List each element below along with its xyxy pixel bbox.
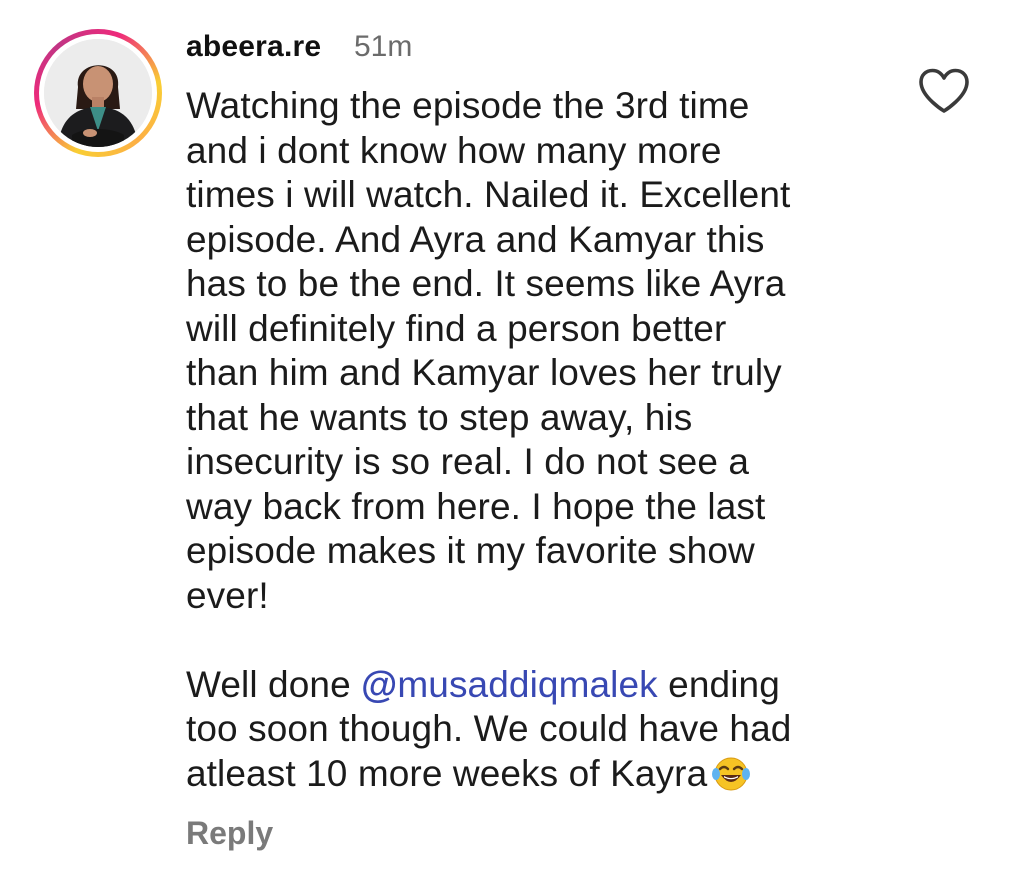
comment-line: and i dont know how many more — [186, 129, 722, 171]
timestamp: 51m — [354, 30, 413, 63]
comment-line: Well done @musaddiqmalek ending — [186, 663, 876, 708]
threads-at-icon: @ — [361, 663, 398, 705]
comment-line: has to be the end. It seems like Ayra — [186, 263, 786, 304]
comment-line: than him and Kamyar loves her truly — [186, 352, 782, 393]
mention-link[interactable]: @musaddiqmalek — [361, 664, 658, 705]
comment-line: that he wants to step away, his — [186, 396, 693, 438]
comment-line: ever! — [186, 574, 269, 616]
comment-line: will definitely find a person better — [186, 307, 727, 349]
like-button[interactable] — [918, 68, 970, 114]
comment-line: times i will watch. Nailed it. Excellent — [186, 174, 791, 215]
face-with-tears-of-joy-icon — [711, 754, 751, 803]
mention-handle: musaddiqmalek — [397, 663, 658, 705]
comment-line: Watching the episode the 3rd time — [186, 85, 750, 126]
comment-line: episode makes it my favorite show — [186, 530, 755, 571]
avatar[interactable] — [44, 39, 152, 147]
comment-line: too soon though. We could have had — [186, 708, 792, 749]
avatar-story-ring[interactable] — [34, 29, 162, 157]
comment-text-fragment: ending — [657, 663, 780, 705]
comment-text-fragment: Well done — [186, 663, 362, 705]
avatar-photo — [44, 39, 152, 147]
username[interactable]: abeera.re — [186, 30, 321, 64]
comment-text-fragment: atleast 10 more weeks of Kayra — [186, 752, 708, 794]
comment-line: episode. And Ayra and Kamyar this — [186, 218, 765, 260]
heart-outline-icon — [919, 68, 969, 113]
comment-line: way back from here. I hope the last — [186, 485, 766, 527]
comment-line: atleast 10 more weeks of Kayra — [186, 752, 876, 803]
comment-item: abeera.re 51m Watching the episode the 3… — [0, 0, 1024, 873]
comment-text: Watching the episode the 3rd time and i … — [186, 84, 876, 802]
reply-button[interactable]: Reply — [186, 815, 273, 852]
comment-line: insecurity is so real. I do not see a — [186, 441, 750, 482]
